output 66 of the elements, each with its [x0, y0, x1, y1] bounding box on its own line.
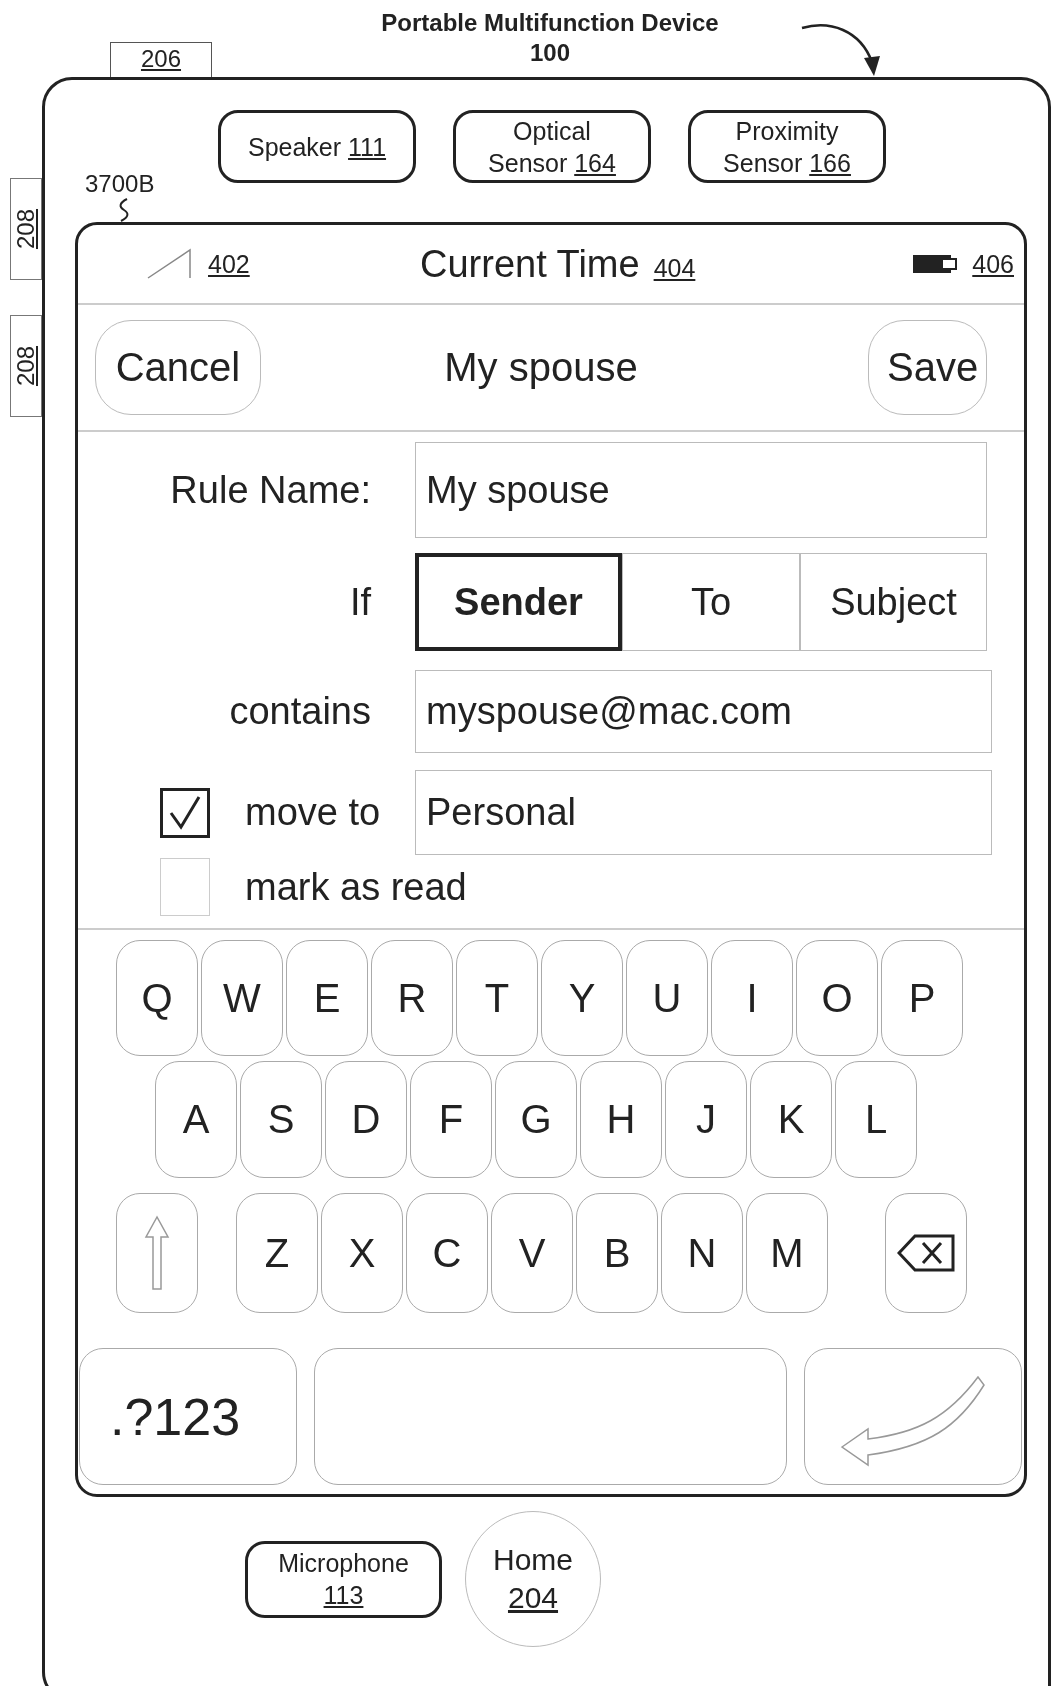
device-title: Portable Multifunction Device — [380, 8, 720, 38]
keyboard-key[interactable]: F — [410, 1061, 492, 1178]
reference-label: 3700B — [85, 170, 155, 198]
keyboard-key[interactable]: X — [321, 1193, 403, 1313]
reference-number: 208 — [10, 178, 42, 280]
keyboard-key[interactable]: I — [711, 940, 793, 1056]
keyboard-key[interactable]: A — [155, 1061, 237, 1178]
keyboard-key[interactable]: P — [881, 940, 963, 1056]
reference-number: 113 — [323, 1580, 364, 1611]
keyboard-key[interactable]: N — [661, 1193, 743, 1313]
backspace-key[interactable] — [885, 1193, 967, 1313]
keyboard-key[interactable]: B — [576, 1193, 658, 1313]
status-time: Current Time — [420, 242, 640, 286]
keyboard-key[interactable]: S — [240, 1061, 322, 1178]
keyboard-key[interactable]: J — [665, 1061, 747, 1178]
numbers-key[interactable]: .?123 — [79, 1348, 297, 1485]
keyboard-key[interactable]: L — [835, 1061, 917, 1178]
keyboard-key[interactable]: E — [286, 940, 368, 1056]
keyboard-key[interactable]: G — [495, 1061, 577, 1178]
keyboard-key[interactable]: Y — [541, 940, 623, 1056]
shift-key[interactable] — [116, 1193, 198, 1313]
field-label: contains — [229, 690, 371, 733]
nav-title: My spouse — [444, 345, 638, 390]
keyboard-key[interactable]: R — [371, 940, 453, 1056]
signal-icon — [146, 248, 194, 280]
keyboard-key[interactable]: V — [491, 1193, 573, 1313]
sensor-label: Speaker 111 — [246, 131, 388, 163]
reference-number: 404 — [653, 253, 696, 283]
keyboard-key[interactable]: W — [201, 940, 283, 1056]
keyboard-key[interactable]: O — [796, 940, 878, 1056]
home-button[interactable]: Home 204 — [465, 1511, 601, 1647]
checkmark-icon — [167, 794, 203, 831]
up-arrow-icon — [142, 1213, 172, 1293]
save-button[interactable]: Save — [868, 320, 987, 415]
keyboard-key[interactable]: K — [750, 1061, 832, 1178]
option-label: move to — [245, 791, 381, 834]
battery-icon — [912, 253, 959, 275]
text-field[interactable]: myspouse@mac.com — [415, 670, 992, 753]
text-field[interactable]: Personal — [415, 770, 992, 855]
sensor-label: Proximity Sensor 166 — [722, 115, 852, 179]
keyboard-key[interactable]: H — [580, 1061, 662, 1178]
reference-number: 402 — [208, 249, 250, 279]
segment-button[interactable]: Subject — [800, 553, 987, 651]
checkbox[interactable] — [160, 787, 210, 838]
keyboard-key[interactable]: Z — [236, 1193, 318, 1313]
reference-number: 406 — [972, 249, 1014, 279]
field-label: Rule Name: — [170, 468, 371, 512]
keyboard-key[interactable]: M — [746, 1193, 828, 1313]
segment-button[interactable]: To — [622, 553, 800, 651]
keyboard-key[interactable]: D — [325, 1061, 407, 1178]
keyboard-key[interactable]: Q — [116, 940, 198, 1056]
text-field[interactable]: My spouse — [415, 442, 987, 538]
reference-number: 206 — [110, 42, 212, 77]
return-key[interactable] — [804, 1348, 1022, 1485]
keyboard-key[interactable]: T — [456, 940, 538, 1056]
keyboard-key[interactable]: U — [626, 940, 708, 1056]
sensor-label: Optical Sensor 164 — [487, 115, 617, 179]
reference-number: 208 — [10, 315, 42, 417]
cancel-button[interactable]: Cancel — [95, 320, 261, 415]
backspace-icon — [897, 1234, 955, 1272]
option-label: mark as read — [245, 865, 467, 909]
microphone-label: Microphone — [278, 1548, 409, 1579]
segment-button[interactable]: Sender — [415, 553, 622, 651]
field-label: If — [349, 580, 371, 624]
reference-number: 100 — [528, 38, 571, 68]
keyboard-key[interactable]: C — [406, 1193, 488, 1313]
